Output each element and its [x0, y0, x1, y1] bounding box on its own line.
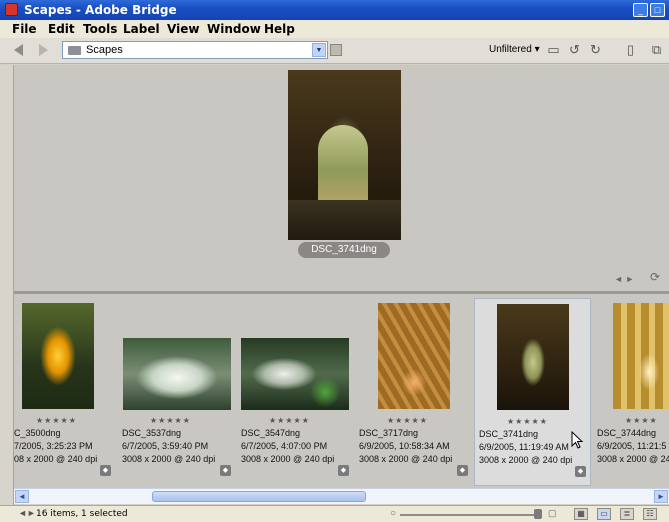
rotate-left-icon[interactable]: ↺: [568, 43, 581, 57]
thumbnail-cell-selected[interactable]: ★★★★★ DSC_3741dng 6/9/2005, 11:19:49 AM …: [474, 298, 591, 486]
scrollbar-thumb[interactable]: [152, 491, 366, 502]
scroll-right-icon[interactable]: ►: [654, 490, 668, 503]
file-dimensions: 3008 x 2000 @ 240 dpi: [479, 455, 573, 465]
menu-tools[interactable]: Tools: [83, 22, 117, 36]
file-dimensions: 08 x 2000 @ 240 dpi: [14, 454, 98, 464]
status-bar: ◄► 16 items, 1 selected ○ ▢ ▦ ▭ ≣ ☷: [0, 505, 669, 522]
filmstrip-view-icon[interactable]: ▭: [597, 508, 611, 520]
thumbnail-image: [497, 304, 569, 410]
preview-pane: DSC_3741dng ◄ ► ⟳: [14, 65, 669, 291]
file-name: C_3500dng: [14, 428, 61, 438]
file-name: DSC_3741dng: [479, 429, 539, 439]
new-folder-icon[interactable]: ▭: [547, 43, 560, 57]
menu-help[interactable]: Help: [264, 22, 295, 36]
versions-view-icon[interactable]: ☷: [643, 508, 657, 520]
window-title: Scapes - Adobe Bridge: [24, 3, 177, 17]
file-badge-icon: ◆: [220, 465, 231, 476]
file-date: 6/9/2005, 10:58:34 AM: [359, 441, 450, 451]
zoom-in-icon[interactable]: ▢: [548, 508, 557, 519]
rating-stars[interactable]: ★★★★★: [36, 416, 77, 425]
file-date: 6/9/2005, 11:19:49 AM: [479, 442, 569, 452]
thumbnail-cell[interactable]: ★★★★★ DSC_3537dng 6/7/2005, 3:59:40 PM 3…: [118, 298, 236, 486]
file-badge-icon: ◆: [338, 465, 349, 476]
rating-stars[interactable]: ★★★★: [625, 416, 658, 425]
menu-window[interactable]: Window: [207, 22, 261, 36]
adobe-bridge-window: Scapes - Adobe Bridge _ □ File Edit Tool…: [0, 0, 669, 522]
compact-mode-icon[interactable]: ⧉: [650, 43, 663, 57]
bridge-app-icon: [5, 3, 18, 16]
left-panel-edge[interactable]: [0, 65, 14, 505]
preview-loupe-icon[interactable]: ⟳: [650, 270, 660, 284]
rotate-right-icon[interactable]: ↻: [589, 43, 602, 57]
thumbnail-view-icon[interactable]: ▦: [574, 508, 588, 520]
file-dimensions: 3008 x 2000 @ 240 dpi: [241, 454, 335, 464]
thumbnail-image: [22, 303, 94, 409]
panel-toggle-icon[interactable]: ◄►: [18, 508, 36, 518]
rating-stars[interactable]: ★★★★★: [387, 416, 428, 425]
menu-view[interactable]: View: [167, 22, 199, 36]
status-text: 16 items, 1 selected: [36, 509, 128, 519]
rating-stars[interactable]: ★★★★★: [269, 416, 310, 425]
thumbnail-cell[interactable]: ★★★★★ DSC_3717dng 6/9/2005, 10:58:34 AM …: [355, 298, 473, 486]
rating-stars[interactable]: ★★★★★: [507, 417, 548, 426]
thumbnail-image: [241, 338, 349, 410]
preview-image: [288, 70, 401, 240]
horizontal-scrollbar[interactable]: ◄ ►: [14, 488, 669, 504]
scroll-left-icon[interactable]: ◄: [15, 490, 29, 503]
thumbnail-cell[interactable]: ★★★★★ DSC_3547dng 6/7/2005, 4:07:00 PM 3…: [237, 298, 355, 486]
zoom-slider-track[interactable]: [400, 514, 540, 516]
folder-path-text: Scapes: [86, 44, 123, 56]
thumbnail-cell[interactable]: ★★★★ DSC_3744dng 6/9/2005, 11:21:5 3008 …: [593, 298, 669, 486]
menu-file[interactable]: File: [12, 22, 37, 36]
zoom-slider-knob[interactable]: [534, 509, 542, 519]
file-name: DSC_3744dng: [597, 428, 657, 438]
chevron-down-icon[interactable]: ▼: [312, 43, 326, 57]
menu-edit[interactable]: Edit: [48, 22, 75, 36]
minimize-icon[interactable]: _: [633, 3, 648, 17]
file-name: DSC_3717dng: [359, 428, 419, 438]
file-dimensions: 3008 x 2000 @ 240 dpi: [122, 454, 216, 464]
rating-stars[interactable]: ★★★★★: [150, 416, 191, 425]
zoom-out-icon[interactable]: ○: [390, 508, 396, 519]
file-name: DSC_3537dng: [122, 428, 182, 438]
mouse-cursor-icon: [571, 431, 584, 449]
file-badge-icon: ◆: [100, 465, 111, 476]
folder-path-dropdown[interactable]: Scapes ▼: [62, 41, 328, 59]
menu-label[interactable]: Label: [123, 22, 160, 36]
forward-arrow-icon[interactable]: [39, 44, 48, 56]
preview-nav-icon[interactable]: ◄ ►: [614, 274, 634, 284]
preview-floor: [288, 200, 401, 240]
file-name: DSC_3547dng: [241, 428, 301, 438]
file-dimensions: 3008 x 2000 @ 240 dpi: [359, 454, 453, 464]
trash-icon[interactable]: ▯: [624, 43, 637, 57]
file-dimensions: 3008 x 2000 @ 240: [597, 454, 669, 464]
file-date: 6/9/2005, 11:21:5: [597, 441, 667, 451]
back-arrow-icon[interactable]: [14, 44, 23, 56]
go-up-icon[interactable]: [330, 44, 342, 56]
file-badge-icon: ◆: [575, 466, 586, 477]
content-pane: ★★★★★ C_3500dng 7/2005, 3:25:23 PM 08 x …: [14, 294, 669, 488]
preview-caption: DSC_3741dng: [298, 242, 390, 258]
thumbnail-image: [123, 338, 231, 410]
details-view-icon[interactable]: ≣: [620, 508, 634, 520]
filter-menu[interactable]: Unfiltered ▾: [489, 44, 540, 55]
title-bar: Scapes - Adobe Bridge _ □: [0, 0, 669, 20]
filter-label: Unfiltered: [489, 44, 532, 55]
file-badge-icon: ◆: [457, 465, 468, 476]
maximize-icon[interactable]: □: [650, 3, 665, 17]
file-date: 6/7/2005, 4:07:00 PM: [241, 441, 328, 451]
menu-bar: File Edit Tools Label View Window Help: [0, 20, 669, 38]
thumbnail-cell[interactable]: ★★★★★ C_3500dng 7/2005, 3:25:23 PM 08 x …: [14, 298, 132, 486]
thumbnail-image: [613, 303, 669, 409]
thumbnail-image: [378, 303, 450, 409]
file-date: 6/7/2005, 3:59:40 PM: [122, 441, 209, 451]
folder-icon: [68, 46, 81, 55]
toolbar: Scapes ▼ Unfiltered ▾ ▭ ↺ ↻ ▯ ⧉: [0, 38, 669, 64]
file-date: 7/2005, 3:25:23 PM: [14, 441, 93, 451]
